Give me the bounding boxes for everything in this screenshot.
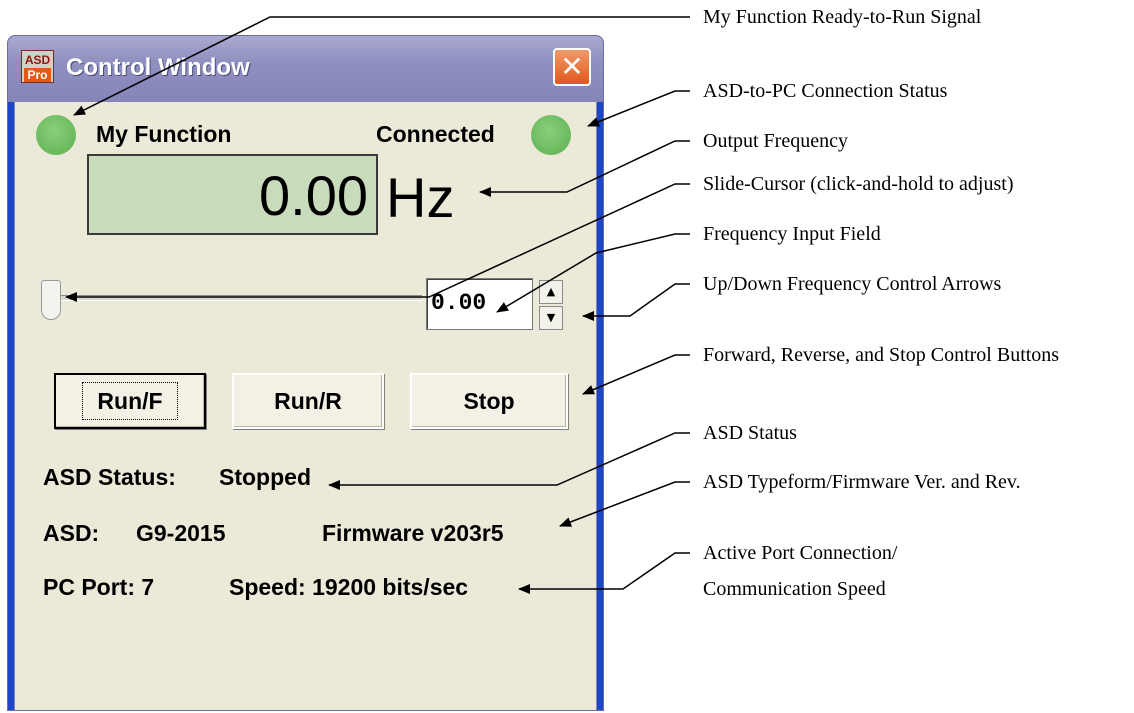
app-icon-text-top: ASD (24, 53, 51, 67)
run-forward-label: Run/F (82, 382, 178, 420)
window-client-area: My Function Connected 0.00 Hz 0.00 ▲ ▼ R… (14, 102, 597, 710)
frequency-slider-thumb[interactable] (41, 280, 61, 320)
arrow-down-icon: ▼ (546, 311, 556, 324)
app-icon-text-bottom: Pro (24, 68, 51, 82)
window-title: Control Window (66, 54, 250, 81)
frequency-down-button[interactable]: ▼ (539, 306, 563, 330)
run-forward-button[interactable]: Run/F (54, 373, 206, 429)
close-icon: ✕ (560, 50, 584, 83)
output-frequency-display: 0.00 (87, 154, 378, 235)
connected-led (531, 115, 571, 155)
callout-port-line1: Active Port Connection/ (703, 542, 898, 564)
asd-typeform-label: ASD: (43, 520, 100, 546)
frequency-input-field[interactable]: 0.00 (426, 278, 533, 330)
callout-updown-arrows: Up/Down Frequency Control Arrows (703, 273, 1002, 295)
callout-port-line2: Communication Speed (703, 578, 886, 600)
callout-frequency-input: Frequency Input Field (703, 223, 881, 245)
callout-connection-status: ASD-to-PC Connection Status (703, 80, 948, 102)
output-frequency-value: 0.00 (259, 164, 368, 227)
stop-label: Stop (463, 388, 515, 414)
callout-control-buttons: Forward, Reverse, and Stop Control Butto… (703, 344, 1060, 366)
callout-output-frequency: Output Frequency (703, 130, 848, 152)
run-reverse-label: Run/R (274, 388, 342, 414)
callout-asd-status: ASD Status (703, 422, 797, 444)
arrow-up-icon: ▲ (546, 285, 556, 298)
callout-ready-signal: My Function Ready-to-Run Signal (703, 6, 982, 28)
control-window: ASD Pro Control Window ✕ My Function Con… (7, 35, 604, 711)
firmware-version: Firmware v203r5 (322, 520, 504, 546)
stop-button[interactable]: Stop (410, 373, 568, 429)
connected-label: Connected (376, 121, 495, 147)
close-button[interactable]: ✕ (553, 48, 591, 86)
communication-speed: Speed: 19200 bits/sec (229, 574, 469, 600)
pc-port: PC Port: 7 (43, 574, 155, 600)
frequency-up-button[interactable]: ▲ (539, 280, 563, 304)
frequency-slider-track[interactable] (47, 295, 422, 301)
asd-status-label: ASD Status: (43, 464, 176, 490)
callout-typeform: ASD Typeform/Firmware Ver. and Rev. (703, 471, 1021, 493)
asd-status-value: Stopped (219, 464, 311, 490)
frequency-unit: Hz (386, 166, 455, 229)
my-function-led (36, 115, 76, 155)
asd-typeform-value: G9-2015 (136, 520, 226, 546)
app-icon: ASD Pro (21, 50, 54, 83)
title-bar[interactable]: ASD Pro Control Window ✕ (8, 36, 603, 102)
my-function-label: My Function (96, 121, 232, 147)
run-reverse-button[interactable]: Run/R (232, 373, 384, 429)
callout-slide-cursor: Slide-Cursor (click-and-hold to adjust) (703, 173, 1014, 195)
